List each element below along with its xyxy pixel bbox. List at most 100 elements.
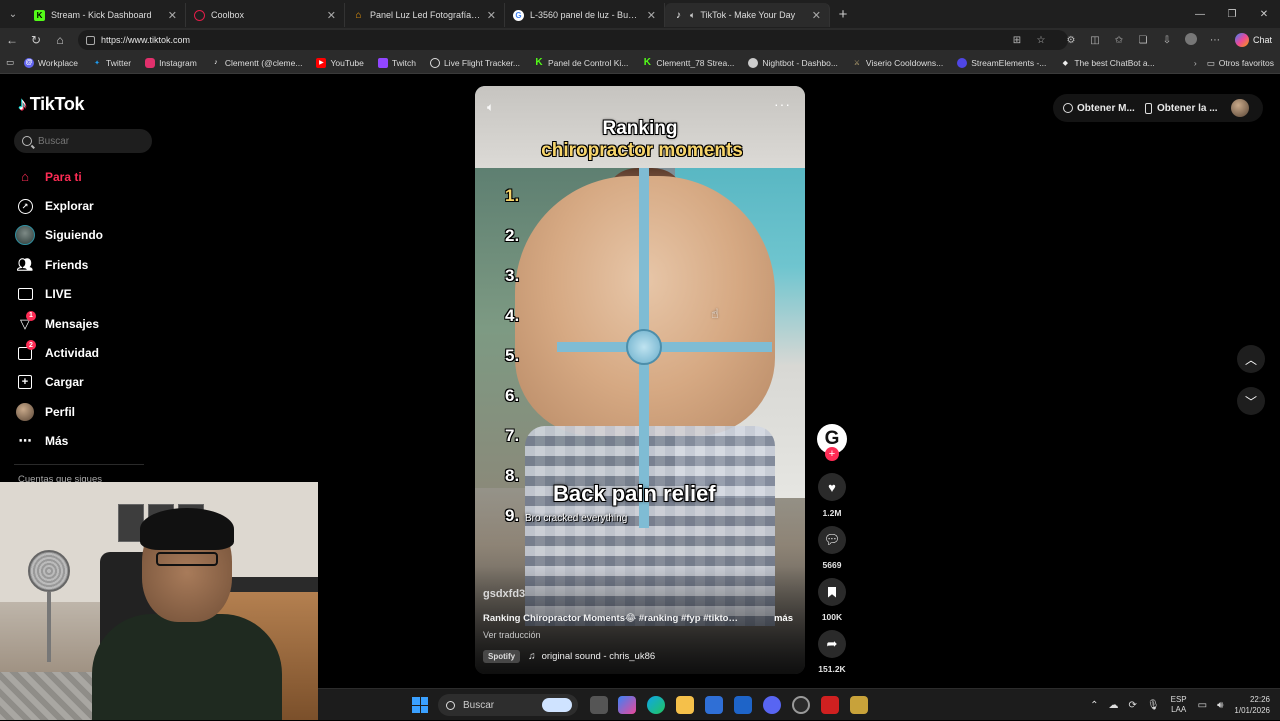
favorites-icon[interactable]: ✩ (1107, 35, 1131, 46)
description-more-link[interactable]: más (774, 613, 793, 624)
back-arrow-icon[interactable]: ← (0, 28, 24, 52)
bookmark-workplace[interactable]: @ Workplace (24, 57, 78, 68)
cloud-icon[interactable]: ☁ (1109, 700, 1119, 711)
tab-kick-dashboard[interactable]: K Stream - Kick Dashboard ✕ (26, 3, 186, 27)
close-icon[interactable]: ✕ (647, 9, 656, 22)
sidebar-item-siguiendo[interactable]: Siguiendo (14, 221, 154, 250)
video-username[interactable]: gsdxfd3 (483, 588, 525, 600)
video-player[interactable]: 🔈︎ ··· Ranking chiropractor moments 1. 2… (475, 86, 805, 674)
discord-icon[interactable] (763, 696, 781, 714)
obs-icon[interactable] (792, 696, 810, 714)
bookmarks-menu-icon[interactable]: ▭ (6, 57, 14, 68)
microphone-icon[interactable]: 🎙︎ (1147, 700, 1160, 711)
bookmark-flight-tracker[interactable]: Live Flight Tracker... (429, 57, 520, 68)
red-app-icon[interactable] (821, 696, 839, 714)
task-view-icon[interactable] (590, 696, 608, 714)
network-icon[interactable]: ▭ (1198, 700, 1207, 711)
close-icon[interactable]: ✕ (327, 9, 336, 22)
get-coins-button[interactable]: Obtener M... (1063, 95, 1135, 121)
sidebar-item-mas[interactable]: ⋯ Más (14, 427, 154, 456)
like-button[interactable]: ♥ (818, 473, 846, 501)
refresh-icon[interactable]: ↻ (24, 28, 48, 52)
bookmark-twitch[interactable]: Twitch (377, 57, 416, 68)
bookmark-instagram[interactable]: Instagram (145, 57, 197, 68)
tiktok-logo[interactable]: ♪ TikTok (18, 94, 85, 115)
close-window-icon[interactable]: ✕ (1248, 0, 1280, 28)
bookmark-kick-panel[interactable]: K Panel de Control Ki... (534, 57, 628, 68)
tab-tiktok[interactable]: ♪ 🔈︎ TikTok - Make Your Day ✕ (665, 3, 830, 27)
spotify-badge[interactable]: Spotify (483, 650, 521, 663)
bookmark-streamelements[interactable]: StreamElements -... (957, 57, 1046, 68)
league-icon[interactable] (850, 696, 868, 714)
site-info-icon[interactable] (86, 35, 95, 45)
extensions-icon[interactable]: ⚙︎ (1059, 35, 1083, 46)
tab-panel-luz[interactable]: ⌂ Panel Luz Led Fotografía Video Tr ✕ (345, 3, 505, 27)
bookmark-chatbot[interactable]: ◆ The best ChatBot a... (1060, 58, 1155, 68)
profile-avatar-icon[interactable] (1179, 32, 1203, 48)
bookmark-viserio[interactable]: ⚔ Viserio Cooldowns... (852, 58, 943, 68)
sidebar-item-explorar[interactable]: ↗ Explorar (14, 191, 154, 220)
sidebar-item-friends[interactable]: 👥︎ Friends (14, 250, 154, 279)
share-button[interactable]: ➦ (818, 630, 846, 658)
new-tab-button[interactable]: + (830, 6, 856, 23)
tab-coolbox[interactable]: Coolbox ✕ (186, 3, 345, 27)
save-button[interactable] (818, 578, 846, 606)
collections-icon[interactable]: ❏ (1131, 35, 1155, 46)
copilot-app-icon[interactable] (618, 696, 636, 714)
close-icon[interactable]: ✕ (168, 9, 177, 22)
sidebar-item-live[interactable]: LIVE (14, 280, 154, 309)
volume-icon[interactable]: 🔊︎ (1217, 700, 1223, 711)
close-icon[interactable]: ✕ (487, 9, 496, 22)
settings-more-icon[interactable]: ⋯ (1203, 35, 1227, 46)
store-icon[interactable] (705, 696, 723, 714)
sidebar-item-cargar[interactable]: + Cargar (14, 368, 154, 397)
video-sound-row[interactable]: Spotify ♫ original sound - chris_uk86 (483, 650, 655, 663)
downloads-icon[interactable]: ⇩ (1155, 35, 1179, 46)
taskbar-search[interactable]: Buscar (438, 694, 578, 716)
close-icon[interactable]: ✕ (812, 9, 821, 22)
edge-icon[interactable] (647, 696, 665, 714)
sidebar-item-para-ti[interactable]: ⌂ Para ti (14, 162, 154, 191)
app-available-icon[interactable]: ⊞ (1005, 35, 1029, 46)
see-translation-link[interactable]: Ver traducción (483, 630, 541, 640)
tab-actions-menu-icon[interactable]: ⌄ (0, 0, 26, 28)
clock[interactable]: 22:26 1/01/2026 (1234, 694, 1270, 716)
file-explorer-icon[interactable] (676, 696, 694, 714)
search-input[interactable] (38, 135, 138, 147)
previous-video-button[interactable]: ︿ (1237, 345, 1265, 373)
bookmark-label: Instagram (159, 57, 197, 68)
chevron-right-icon[interactable]: › (1194, 58, 1197, 68)
search-box[interactable] (14, 129, 152, 153)
user-avatar[interactable] (1231, 99, 1249, 117)
copilot-chat-button[interactable]: Chat (1227, 33, 1280, 47)
get-app-button[interactable]: Obtener la ... (1145, 95, 1218, 121)
home-icon[interactable]: ⌂ (48, 28, 72, 52)
bookmark-label: Clementt (@cleme... (224, 57, 303, 68)
bookmark-twitter[interactable]: ✦ Twitter (92, 58, 131, 68)
volume-muted-icon[interactable]: 🔈︎ (487, 100, 494, 115)
sidebar-item-actividad[interactable]: 2 Actividad (14, 338, 154, 367)
split-screen-icon[interactable]: ◫ (1083, 35, 1107, 46)
bookmark-clementt-stream[interactable]: K Clementt_78 Strea... (642, 57, 735, 68)
mail-icon[interactable] (734, 696, 752, 714)
bookmark-clementt-tiktok[interactable]: ♪ Clementt (@cleme... (211, 57, 303, 68)
favorite-star-icon[interactable]: ☆ (1029, 35, 1053, 46)
bookmark-youtube[interactable]: ▶ YouTube (316, 57, 364, 68)
url-field[interactable]: https://www.tiktok.com (78, 30, 1068, 50)
speaker-icon[interactable]: 🔈︎ (690, 10, 695, 21)
minimize-icon[interactable]: — (1184, 0, 1216, 28)
comment-button[interactable]: 💬︎ (818, 526, 846, 554)
sidebar-item-perfil[interactable]: Perfil (14, 397, 154, 426)
next-video-button[interactable]: ﹀ (1237, 387, 1265, 415)
restore-icon[interactable]: ❐ (1216, 0, 1248, 28)
tab-google-search[interactable]: G L-3560 panel de luz - Buscar con G ✕ (505, 3, 665, 27)
chevron-up-icon[interactable]: ⌃ (1090, 700, 1098, 711)
other-favorites[interactable]: › ▭ Otros favoritos (1194, 52, 1274, 74)
bookmark-nightbot[interactable]: Nightbot - Dashbo... (748, 57, 838, 68)
language-indicator[interactable]: ESP LAA (1171, 695, 1187, 715)
windows-start-icon[interactable] (412, 697, 428, 713)
follow-plus-icon[interactable]: + (825, 447, 839, 461)
sync-icon[interactable]: ⟳ (1129, 700, 1137, 711)
more-options-icon[interactable]: ··· (774, 96, 791, 112)
sidebar-item-mensajes[interactable]: ▽ 1 Mensajes (14, 309, 154, 338)
